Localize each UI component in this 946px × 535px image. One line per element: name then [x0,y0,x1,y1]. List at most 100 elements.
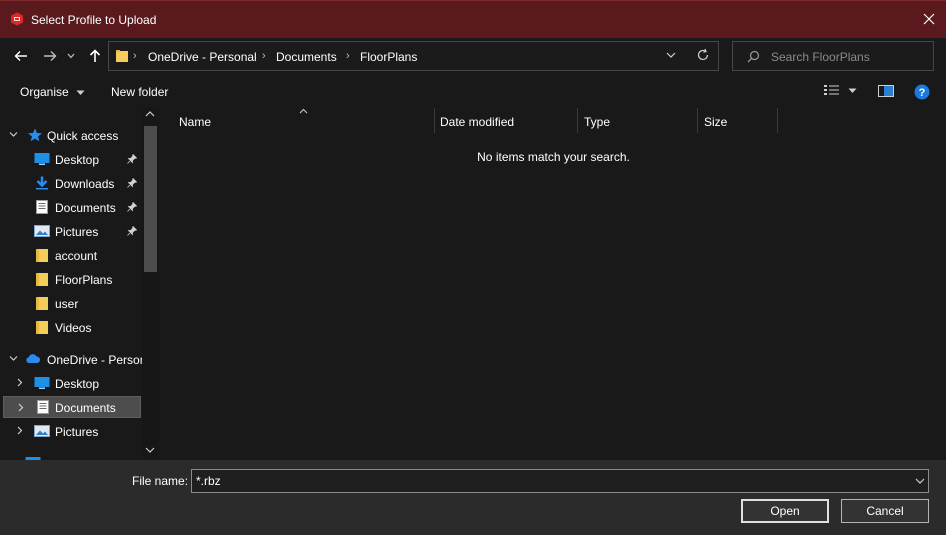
breadcrumb-documents[interactable]: Documents [276,50,337,64]
organise-label: Organise [20,85,69,99]
chevron-down-icon[interactable] [145,446,155,454]
nav-label: user [55,297,79,311]
nav-label: account [55,249,98,263]
nav-label: OneDrive - Persor [47,353,144,367]
nav-onedrive[interactable]: OneDrive - Persor [0,348,144,370]
chevron-right-icon [18,403,24,412]
column-header-name[interactable]: Name [161,108,434,134]
pin-icon[interactable] [127,154,137,164]
breadcrumb-onedrive[interactable]: OneDrive - Personal [148,50,257,64]
recent-locations-button[interactable] [64,45,78,67]
title-bar: Select Profile to Upload [0,0,946,38]
file-name-input[interactable] [196,473,896,489]
nav-scrollbar-thumb[interactable] [144,126,157,272]
refresh-icon[interactable] [696,48,710,62]
documents-icon [37,400,49,414]
documents-icon [36,200,48,214]
nav-label: Documents [55,401,116,415]
nav-label: Downloads [55,177,115,191]
search-box[interactable] [732,41,934,71]
nav-item-floorplans[interactable]: FloorPlans [0,268,141,290]
nav-label: Documents [55,201,116,215]
column-name-label: Name [179,115,212,129]
search-input[interactable] [771,48,926,66]
breadcrumb-floorplans[interactable]: FloorPlans [360,50,417,64]
open-button[interactable]: Open [741,499,829,523]
address-bar[interactable]: › OneDrive - Personal › Documents › Floo… [108,41,719,71]
search-icon [747,50,760,63]
file-name-label: File name: [132,474,189,488]
nav-quick-access[interactable]: Quick access [0,124,141,146]
chevron-right-icon [17,378,23,387]
column-header-date-modified[interactable]: Date modified [435,108,578,134]
column-divider[interactable] [777,108,778,133]
arrow-left-icon [14,51,27,61]
nav-label: Pictures [55,425,99,439]
nav-item-downloads[interactable]: Downloads [0,172,141,194]
downloads-icon [36,176,48,190]
empty-message: No items match your search. [477,150,630,164]
nav-item-user[interactable]: user [0,292,141,314]
chevron-down-icon [9,132,18,137]
close-button[interactable] [918,8,940,30]
sketchup-app-icon [11,12,23,26]
folder-icon [116,50,128,62]
desktop-icon [34,377,50,389]
file-list[interactable]: Name Date modified Type Size No items ma… [161,108,946,460]
nav-item-desktop[interactable]: Desktop [0,148,141,170]
column-header-size[interactable]: Size [698,108,777,134]
nav-label: Desktop [55,153,100,167]
help-icon[interactable]: ? [914,84,930,100]
close-icon [923,13,935,25]
star-icon [28,128,42,142]
dialog-footer: File name: Open Cancel [0,460,946,535]
caret-down-icon [76,90,85,95]
nav-item-videos[interactable]: Videos [0,316,141,338]
column-header-type[interactable]: Type [578,108,697,134]
file-name-combobox[interactable] [191,469,929,493]
nav-onedrive-pictures[interactable]: Pictures [0,420,141,442]
up-button[interactable] [84,45,106,67]
chevron-down-icon[interactable] [915,476,925,486]
folder-icon [36,249,48,262]
pictures-icon [34,225,50,237]
chevron-down-icon [9,356,18,361]
nav-item-pictures[interactable]: Pictures [0,220,141,242]
chevron-right-icon [17,426,23,435]
pin-icon[interactable] [127,202,137,212]
window-title: Select Profile to Upload [31,13,157,27]
nav-item-account[interactable]: account [0,244,141,266]
column-type-label: Type [584,115,611,129]
navigation-pane: Quick access Desktop Downloads Documents… [0,108,160,460]
command-bar: Organise New folder ? [0,74,946,108]
preview-pane-icon[interactable] [878,85,894,97]
folder-icon [36,297,48,310]
chevron-down-icon [67,53,75,59]
nav-onedrive-desktop[interactable]: Desktop [0,372,141,394]
organise-button[interactable]: Organise [20,85,85,99]
column-date-label: Date modified [440,115,515,129]
caret-down-icon[interactable] [848,88,857,94]
breadcrumb-separator: › [262,50,266,62]
forward-button[interactable] [39,45,61,67]
nav-label: Quick access [47,129,119,143]
new-folder-button[interactable]: New folder [111,85,168,99]
svg-text:?: ? [919,87,926,99]
nav-label: Pictures [55,225,99,239]
chevron-down-icon[interactable] [666,50,676,60]
breadcrumb-separator: › [346,50,350,62]
chevron-up-icon[interactable] [145,110,155,118]
nav-item-documents[interactable]: Documents [0,196,141,218]
onedrive-cloud-icon [26,354,41,363]
arrow-right-icon [44,51,57,61]
pin-icon[interactable] [127,178,137,188]
nav-label: Videos [55,321,92,335]
column-size-label: Size [704,115,728,129]
cancel-button[interactable]: Cancel [841,499,929,523]
nav-onedrive-documents[interactable]: Documents [3,396,141,418]
pictures-icon [34,425,50,437]
arrow-up-icon [89,49,101,62]
pin-icon[interactable] [127,226,137,236]
change-view-icon[interactable] [823,83,841,97]
back-button[interactable] [10,45,32,67]
